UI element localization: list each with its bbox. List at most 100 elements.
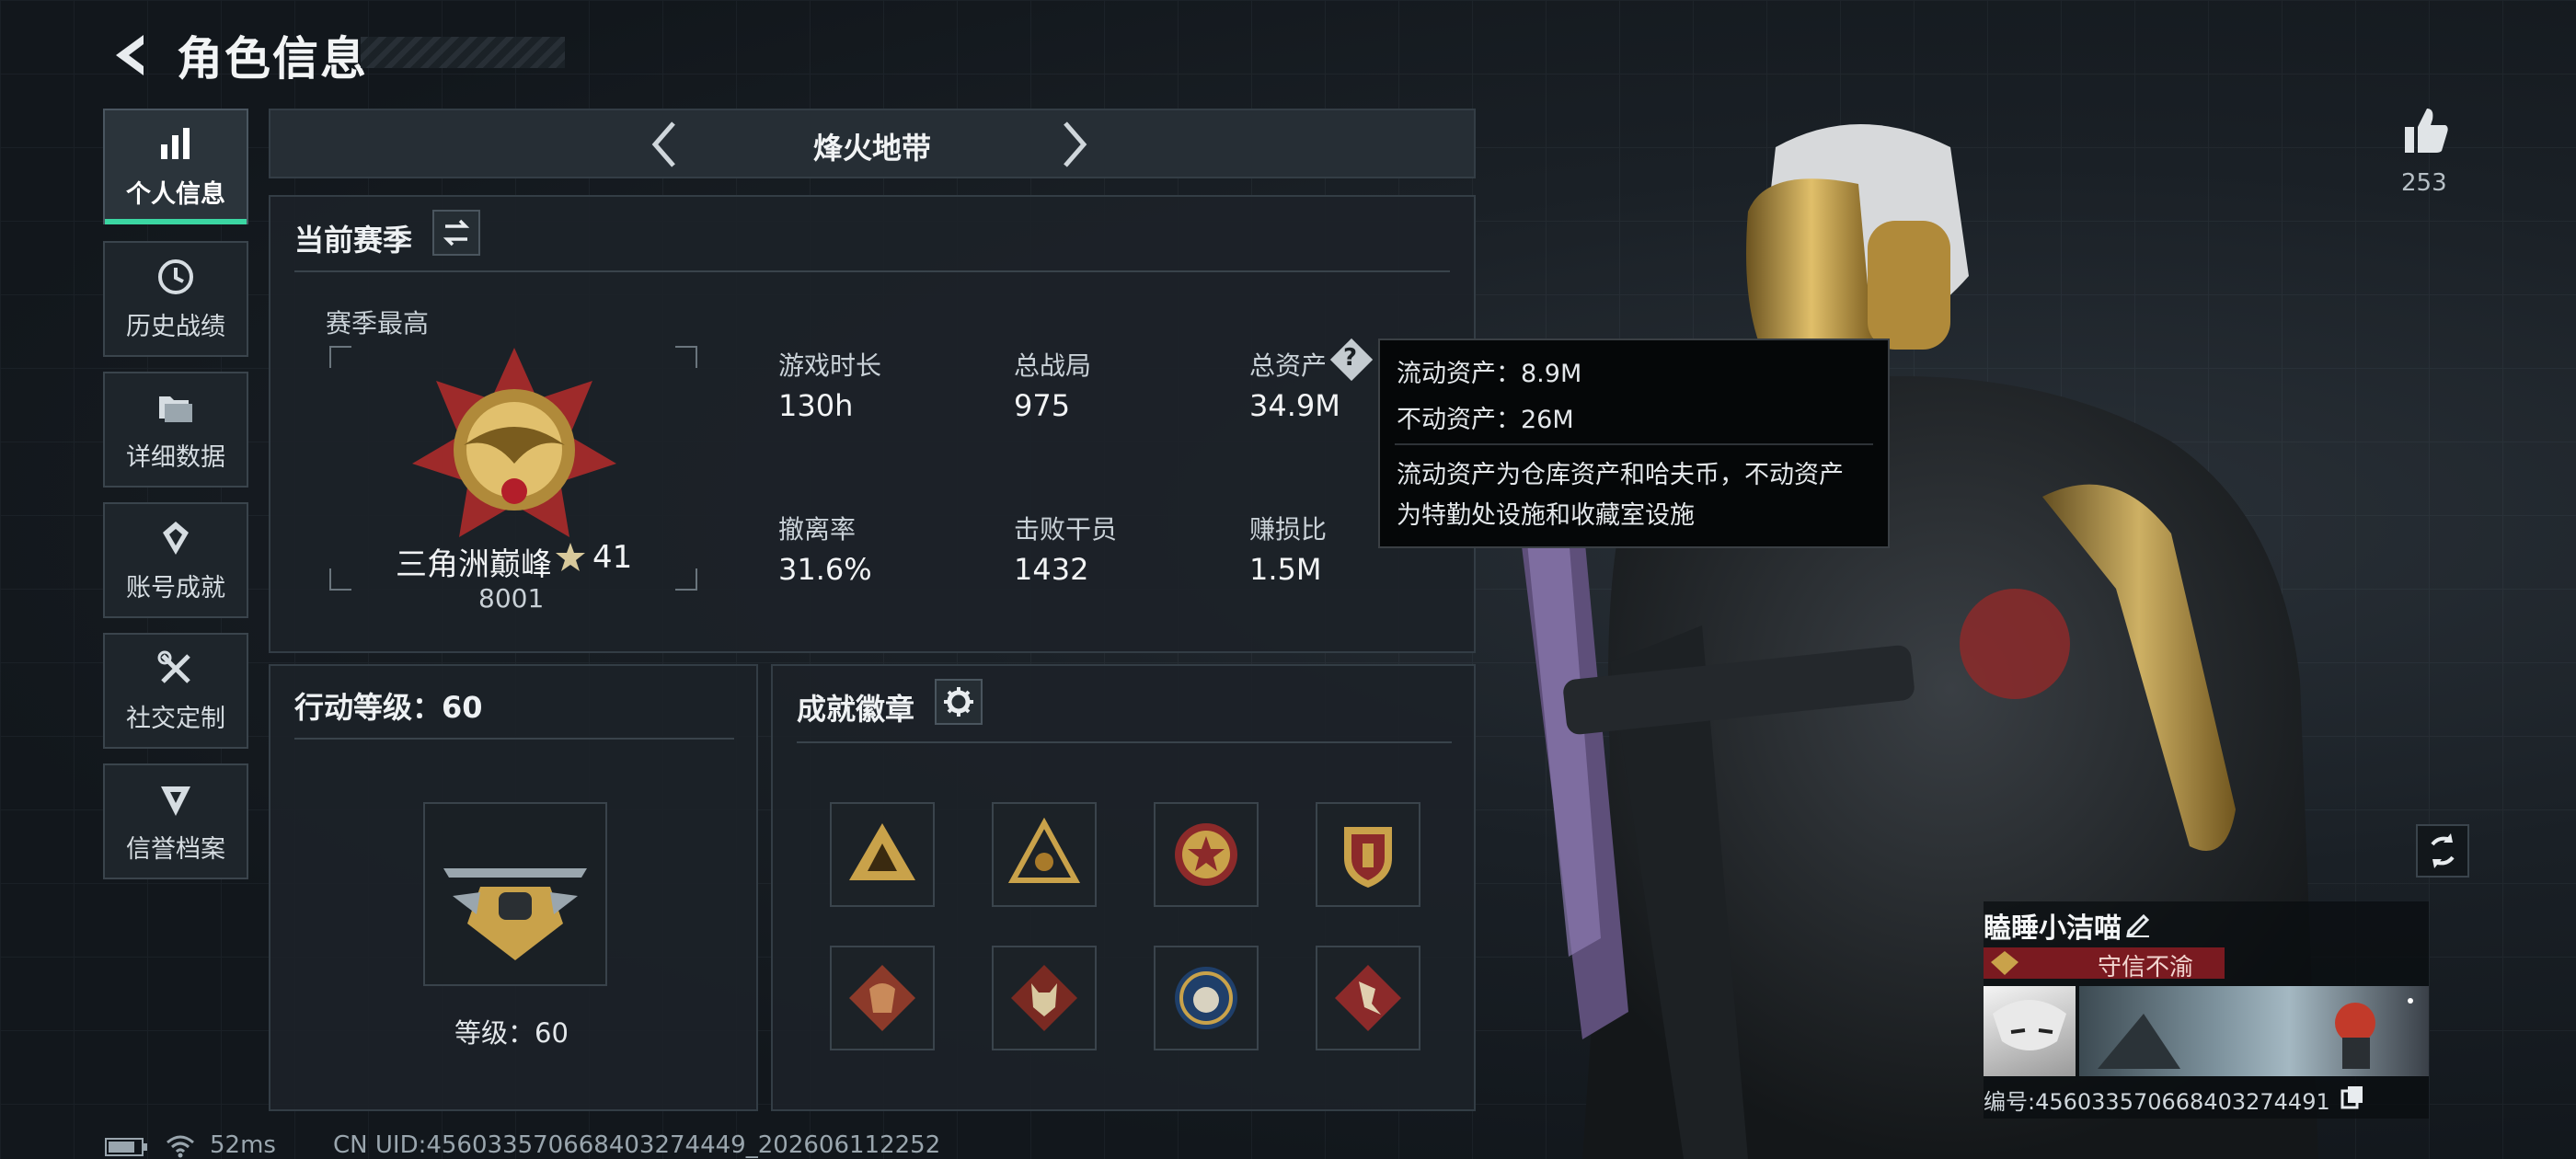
badge-shield-icon — [1344, 827, 1392, 888]
achievement-badge[interactable] — [830, 946, 935, 1050]
clock-history-icon — [158, 258, 193, 294]
player-banner-image — [2079, 986, 2429, 1076]
stat-value: 34.9M — [1249, 388, 1340, 423]
action-level-emblem — [423, 802, 607, 986]
stat-label: 击败干员 — [1014, 514, 1118, 545]
achievement-badge[interactable] — [1316, 802, 1420, 907]
achievement-badge[interactable] — [992, 802, 1097, 907]
nav-label: 详细数据 — [126, 442, 225, 472]
chevron-right-icon[interactable] — [1058, 120, 1091, 169]
star-icon — [556, 543, 585, 571]
player-card: 瞌睡小洁喵 守信不渝 编号:456033570668403274491 — [1984, 901, 2429, 1119]
bar-chart-icon — [161, 127, 190, 159]
rank-points: 8001 — [478, 583, 545, 614]
achievement-icon — [163, 521, 189, 555]
back-arrow-icon[interactable] — [103, 28, 158, 83]
badge-star-icon — [1175, 823, 1237, 886]
season-title: 当前赛季 — [294, 223, 413, 258]
season-switch-button[interactable] — [432, 210, 480, 256]
stat-value: 1432 — [1014, 552, 1089, 587]
rank-name: 三角洲巅峰 — [396, 546, 552, 583]
action-level-title: 行动等级：60 — [294, 690, 483, 725]
thumbs-up-icon[interactable] — [2399, 105, 2451, 156]
stat-value: 130h — [778, 388, 854, 423]
ping-value: 52ms — [210, 1131, 276, 1159]
credit-shield-icon — [161, 786, 190, 816]
stat-label: 撤离率 — [778, 514, 857, 545]
nav-credit-record[interactable]: 信誉档案 — [103, 763, 248, 879]
nav-achievements[interactable]: 账号成就 — [103, 502, 248, 618]
nav-history[interactable]: 历史战绩 — [103, 241, 248, 357]
achievement-badge[interactable] — [1154, 802, 1259, 907]
player-name: 瞌睡小洁喵 — [1984, 912, 2122, 945]
rank-medal-icon — [412, 348, 616, 537]
season-panel: 当前赛季 赛季最高 三角洲巅峰 41 8001 游戏时长 130h 总战局 97… — [269, 195, 1476, 653]
player-avatar[interactable] — [1984, 986, 2076, 1076]
rank-stars: 41 — [592, 539, 633, 576]
nav-label: 账号成就 — [126, 573, 225, 602]
badge-delta-icon — [849, 823, 915, 880]
stat-value: 1.5M — [1249, 552, 1322, 587]
stat-value: 31.6% — [778, 552, 872, 587]
season-best-label: 赛季最高 — [326, 308, 430, 339]
achievement-badge[interactable] — [992, 946, 1097, 1050]
badges-panel: 成就徽章 — [771, 664, 1476, 1111]
like-count: 253 — [2401, 169, 2447, 197]
gear-icon — [944, 687, 973, 717]
banner-art-icon — [2098, 998, 2413, 1069]
help-icon-glyph: ? — [1343, 344, 1358, 372]
nav-label: 社交定制 — [126, 704, 225, 733]
nav-detailed-data[interactable]: 详细数据 — [103, 372, 248, 488]
player-title-banner: 守信不渝 — [1984, 947, 2225, 981]
page-title: 角色信息 — [177, 32, 368, 86]
tooltip-desc: 为特勤处设施和收藏室设施 — [1397, 501, 1695, 530]
wrench-tools-icon — [157, 650, 190, 683]
stat-label: 总资产 — [1249, 350, 1328, 381]
badge-bear-icon — [1175, 967, 1237, 1029]
nav-label: 历史战绩 — [126, 312, 225, 341]
stat-label: 赚损比 — [1249, 514, 1328, 545]
uid-text: CN UID:456033570668403274449_20260611225… — [333, 1131, 941, 1159]
wifi-icon — [167, 1135, 194, 1158]
title-emblem-icon — [1991, 951, 2018, 975]
nav-personal-info[interactable]: 个人信息 — [103, 109, 248, 224]
nav-social-custom[interactable]: 社交定制 — [103, 633, 248, 749]
achievement-badge[interactable] — [1154, 946, 1259, 1050]
achievement-badge[interactable] — [1316, 946, 1420, 1050]
badge-triangle-icon — [1007, 818, 1081, 883]
tooltip-liquid: 流动资产：8.9M — [1397, 360, 1582, 388]
divider — [1395, 443, 1873, 445]
divider — [797, 741, 1452, 743]
mode-selector: 烽火地带 — [269, 109, 1476, 178]
badge-wolf-icon — [1011, 965, 1077, 1031]
badge-settings-button[interactable] — [935, 679, 983, 725]
achievement-badge[interactable] — [830, 802, 935, 907]
badge-dragon-icon — [849, 965, 915, 1031]
tooltip-desc: 流动资产为仓库资产和哈夫币，不动资产 — [1397, 461, 1844, 489]
refresh-icon — [2431, 833, 2455, 868]
stat-label: 游戏时长 — [778, 350, 882, 381]
nav-label: 信誉档案 — [126, 834, 225, 864]
stat-value: 975 — [1014, 388, 1071, 423]
avatar-portrait-icon — [1993, 1000, 2066, 1050]
swap-arrows-icon — [443, 219, 470, 247]
stat-label: 总战局 — [1014, 350, 1092, 381]
edit-pencil-icon[interactable] — [2123, 909, 2153, 938]
action-level-label: 等级：60 — [454, 1017, 569, 1049]
folder-icon — [159, 396, 192, 422]
player-title: 守信不渝 — [2098, 954, 2194, 981]
refresh-button[interactable] — [2416, 824, 2469, 878]
player-id: 编号:456033570668403274491 — [1984, 1089, 2330, 1115]
nav-label: 个人信息 — [126, 179, 225, 209]
mode-title: 烽火地带 — [812, 131, 931, 166]
divider — [294, 738, 734, 740]
copy-icon[interactable] — [2339, 1084, 2366, 1111]
helicopter-emblem-icon — [443, 868, 587, 960]
title-decoration — [361, 37, 565, 68]
asset-tooltip: 流动资产：8.9M 不动资产：26M 流动资产为仓库资产和哈夫币，不动资产 为特… — [1378, 339, 1890, 548]
badge-runner-icon — [1335, 965, 1401, 1031]
battery-icon — [105, 1138, 147, 1156]
divider — [294, 270, 1450, 272]
action-level-panel: 行动等级：60 等级：60 — [269, 664, 758, 1111]
badges-title: 成就徽章 — [797, 692, 915, 727]
